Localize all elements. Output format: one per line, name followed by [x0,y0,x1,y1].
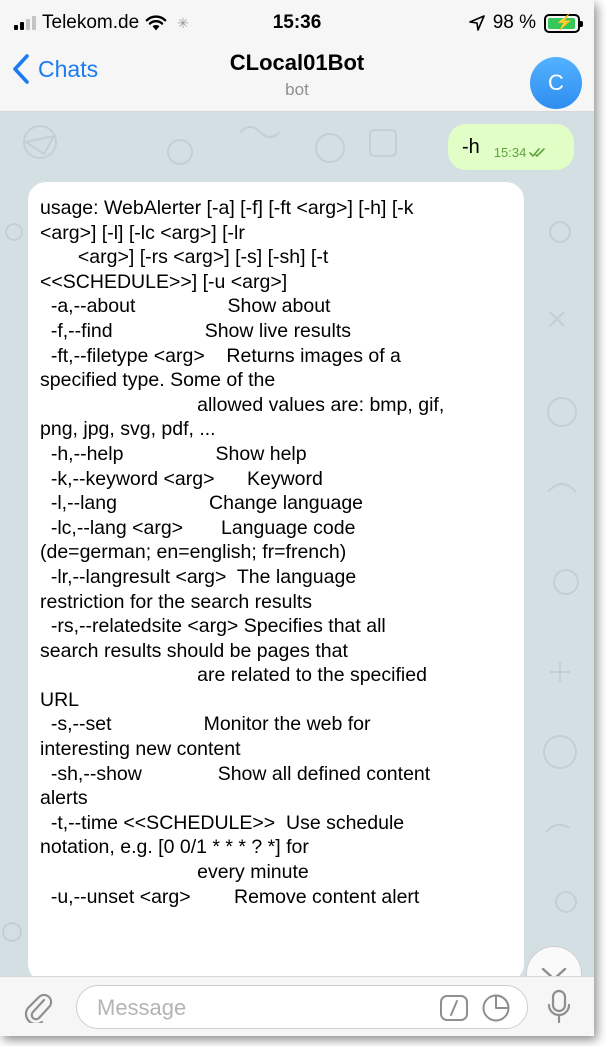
message-line: specified type. Some of the [40,369,276,392]
outgoing-message-bubble[interactable]: -h 15:34 [448,124,574,170]
slash-command-icon[interactable] [439,994,469,1022]
charging-bolt-icon: ⚡ [555,13,574,31]
chat-header[interactable]: CLocal01Bot bot [0,50,594,100]
message-line: search results should be pages that [40,639,348,662]
battery-icon: ⚡ [544,13,583,33]
status-bar: Telekom.de ✳ 15:36 98 % ⚡ [0,0,594,44]
message-field[interactable] [76,985,528,1029]
status-right: 98 % ⚡ [468,12,583,34]
message-line: png, jpg, svg, pdf, ... [40,418,216,441]
phone-screen: Telekom.de ✳ 15:36 98 % ⚡ Chats CLocal01… [0,0,594,1036]
message-line: are related to the specified [40,664,427,687]
outgoing-message-meta: 15:34 [494,145,548,160]
message-line: (de=german; en=english; fr=french) [40,541,347,564]
microphone-icon[interactable] [546,989,572,1025]
input-bar [0,976,594,1036]
message-line: URL [40,688,80,711]
message-line: -a,--about Show about [40,295,331,318]
message-line: <arg>] [-rs <arg>] [-s] [-sh] [-t [40,246,329,269]
chevron-down-icon [541,967,567,976]
message-line: restriction for the search results [40,590,313,613]
message-line: -u,--unset <arg> Remove content alert [40,885,420,908]
chat-subtitle: bot [285,80,309,99]
battery-percent: 98 % [492,12,536,33]
message-line: -l,--lang Change language [40,492,364,515]
message-input[interactable] [97,994,427,1022]
incoming-message-text: usage: WebAlerter [-a] [-f] [-ft <arg>] … [40,196,512,909]
incoming-message-bubble[interactable]: usage: WebAlerter [-a] [-f] [-ft <arg>] … [28,182,524,976]
message-line: -k,--keyword <arg> Keyword [40,467,323,490]
message-line: -sh,--show Show all defined content [40,762,431,785]
double-check-icon [529,147,546,157]
message-line: alerts [40,787,88,810]
sticker-icon[interactable] [481,993,511,1023]
paperclip-icon[interactable] [22,991,54,1023]
location-arrow-icon [468,15,485,31]
outgoing-message-text: -h [462,135,480,158]
avatar[interactable]: C [530,57,582,109]
chat-title: CLocal01Bot [229,50,365,75]
nav-bar: Chats CLocal01Bot bot C [0,44,594,112]
chat-area[interactable]: -h 15:34 usage: WebAlerter [-a] [-f] [-f… [0,112,594,976]
message-line: -lc,--lang <arg> Language code [40,516,356,539]
message-line: -lr,--langresult <arg> The language [40,565,357,588]
outgoing-message-time: 15:34 [493,144,527,160]
message-line: interesting new content [40,738,241,761]
message-line: notation, e.g. [0 0/1 * * * ? *] for [40,836,309,859]
message-line: -f,--find Show live results [40,319,352,342]
message-line: -t,--time <<SCHEDULE>> Use schedule [40,811,405,834]
message-line: -s,--set Monitor the web for [40,713,371,736]
message-line: -ft,--filetype <arg> Returns images of a [40,344,401,367]
message-line: -rs,--relatedsite <arg> Specifies that a… [40,615,386,638]
message-line: <arg>] [-l] [-lc <arg>] [-lr [40,221,245,244]
message-line: every minute [40,861,309,884]
message-line: <<SCHEDULE>>] [-u <arg>] [40,270,288,293]
message-line: usage: WebAlerter [-a] [-f] [-ft <arg>] … [40,197,414,219]
message-line: allowed values are: bmp, gif, [40,393,445,416]
message-line: -h,--help Show help [40,442,307,465]
